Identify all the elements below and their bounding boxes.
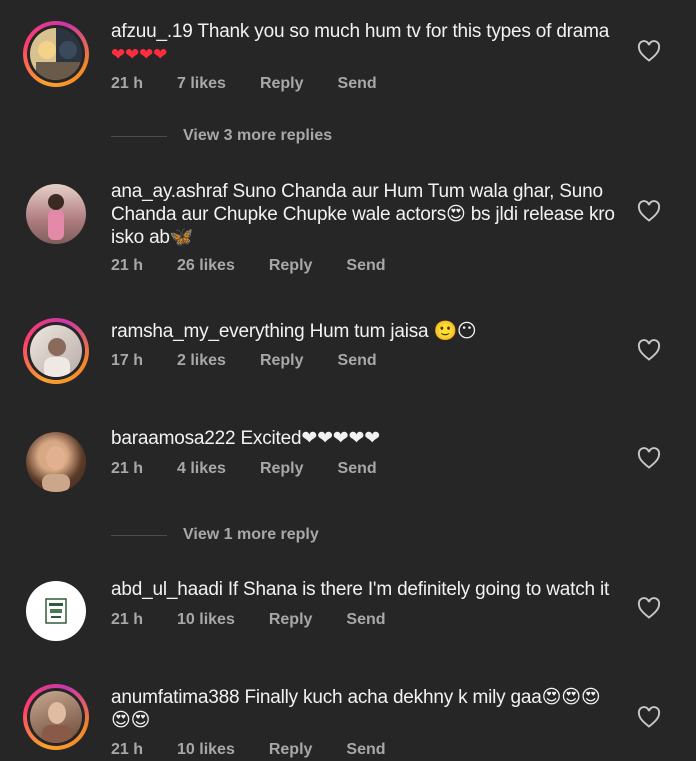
comment-meta: 21 h 10 likes Reply Send [111, 611, 420, 629]
like-heart-icon[interactable] [637, 447, 661, 469]
comment-body: Suno Chanda aur Hum Tum wala ghar, Suno [232, 181, 604, 202]
comment-text: afzuu_.19 Thank you so much hum tv for t… [111, 20, 621, 67]
comment-meta: 21 h 26 likes Reply Send [111, 257, 420, 275]
comment-meta: 21 h 10 likes Reply Send [111, 741, 420, 759]
comment-text: baraamosa222 Excited❤❤❤❤❤ [111, 427, 621, 450]
like-heart-icon[interactable] [637, 40, 661, 62]
comment-likes[interactable]: 26 likes [177, 257, 235, 275]
comment-time: 21 h [111, 460, 144, 477]
comment-time: 21 h [111, 611, 144, 628]
comment-likes[interactable]: 7 likes [177, 75, 226, 93]
comment-meta: 21 h 7 likes Reply Send [111, 75, 411, 93]
comment-meta: 21 h 4 likes Reply Send [111, 460, 411, 478]
comment-body: Excited❤❤❤❤❤ [240, 428, 380, 449]
comment-body-line2: Chanda aur Chupke Chupke wale actors😍 bs… [111, 204, 615, 225]
comment-username[interactable]: ana_ay.ashraf [111, 181, 228, 202]
reply-button[interactable]: Reply [269, 611, 313, 629]
comment-likes[interactable]: 2 likes [177, 352, 226, 370]
send-button[interactable]: Send [346, 741, 385, 759]
comment-emoji: 😍😍 [111, 710, 151, 731]
reply-button[interactable]: Reply [260, 352, 304, 370]
comment-body: Thank you so much hum tv for this types … [197, 21, 610, 42]
comment-username[interactable]: afzuu_.19 [111, 21, 193, 42]
like-heart-icon[interactable] [637, 200, 661, 222]
comment-username[interactable]: anumfatima388 [111, 687, 240, 708]
like-heart-icon[interactable] [637, 597, 661, 619]
reply-button[interactable]: Reply [260, 75, 304, 93]
comment-text: abd_ul_haadi If Shana is there I'm defin… [111, 578, 621, 601]
avatar[interactable] [23, 318, 89, 384]
comment-time: 21 h [111, 75, 144, 92]
like-heart-icon[interactable] [637, 706, 661, 728]
view-more-replies[interactable]: View 1 more reply [111, 526, 319, 544]
reply-button[interactable]: Reply [269, 257, 313, 275]
view-more-replies[interactable]: View 3 more replies [111, 127, 332, 145]
comment-body: If Shana is there I'm definitely going t… [227, 579, 610, 600]
reply-button[interactable]: Reply [269, 741, 313, 759]
comment-text: ramsha_my_everything Hum tum jaisa 🙂😶 [111, 320, 621, 343]
comment-time: 21 h [111, 741, 144, 758]
send-button[interactable]: Send [346, 611, 385, 629]
comments-feed: afzuu_.19 Thank you so much hum tv for t… [0, 0, 696, 761]
comment-emoji: ❤❤❤❤ [111, 45, 168, 65]
comment-body: Hum tum jaisa 🙂😶 [309, 321, 477, 342]
avatar[interactable] [23, 429, 89, 495]
comment-username[interactable]: abd_ul_haadi [111, 579, 223, 600]
comment-username[interactable]: baraamosa222 [111, 428, 236, 449]
comment-body: Finally kuch acha dekhny k mily gaa😍😍😍 [244, 687, 601, 708]
send-button[interactable]: Send [338, 460, 377, 478]
comment-body-line3: isko ab🦋 [111, 227, 194, 248]
avatar[interactable] [23, 578, 89, 644]
comment-time: 21 h [111, 257, 144, 274]
comment-likes[interactable]: 10 likes [177, 741, 235, 759]
view-more-label[interactable]: View 3 more replies [183, 127, 332, 145]
comment-likes[interactable]: 10 likes [177, 611, 235, 629]
avatar[interactable] [23, 181, 89, 247]
divider-line [111, 534, 167, 536]
divider-line [111, 135, 167, 137]
reply-button[interactable]: Reply [260, 460, 304, 478]
like-heart-icon[interactable] [637, 339, 661, 361]
comment-text: ana_ay.ashraf Suno Chanda aur Hum Tum wa… [111, 180, 621, 249]
send-button[interactable]: Send [346, 257, 385, 275]
comment-likes[interactable]: 4 likes [177, 460, 226, 478]
comment-username[interactable]: ramsha_my_everything [111, 321, 305, 342]
comment-meta: 17 h 2 likes Reply Send [111, 352, 411, 370]
send-button[interactable]: Send [338, 75, 377, 93]
comment-time: 17 h [111, 352, 144, 369]
avatar[interactable] [23, 684, 89, 750]
view-more-label[interactable]: View 1 more reply [183, 526, 319, 544]
comment-text: anumfatima388 Finally kuch acha dekhny k… [111, 686, 621, 732]
send-button[interactable]: Send [338, 352, 377, 370]
avatar[interactable] [23, 21, 89, 87]
